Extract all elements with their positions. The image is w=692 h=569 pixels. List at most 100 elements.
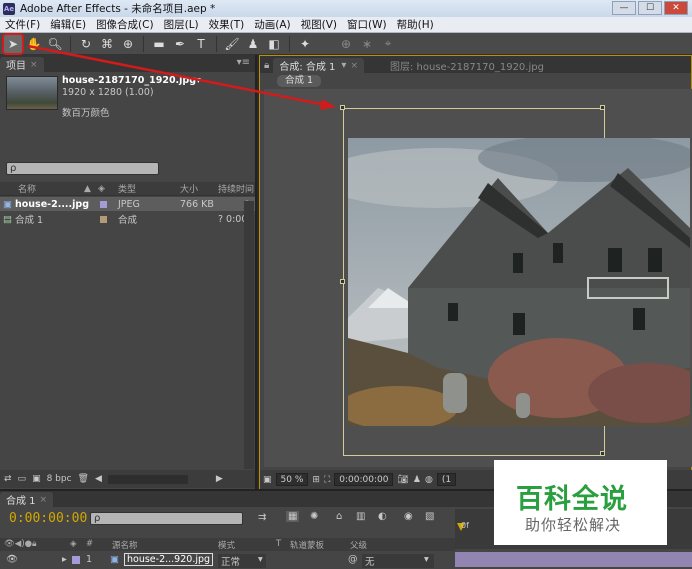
expand-icon[interactable]: ▸ <box>62 554 67 565</box>
lock-icon[interactable]: 🔒︎ <box>264 60 269 71</box>
timeline-search-input[interactable]: ρ <box>90 512 243 525</box>
transform-handle[interactable] <box>600 451 605 456</box>
graph-editor-icon[interactable]: ◉ <box>404 511 413 522</box>
puppet-tool-icon[interactable]: ✦ <box>296 35 314 53</box>
pan-behind-tool-icon[interactable]: ⊕ <box>119 35 137 53</box>
close-tab-icon[interactable]: × <box>30 60 38 70</box>
footage-color-depth: 数百万颜色 <box>62 108 110 119</box>
draft-3d-icon[interactable]: ✺ <box>310 511 318 522</box>
composition-panel: 🔒︎ 合成: 合成 1 ▾ × 图层: house-2187170_1920.jpg… <box>259 55 692 489</box>
mode-dropdown-icon[interactable]: ▾ <box>258 554 263 565</box>
label-swatch[interactable] <box>100 216 107 223</box>
close-tab-icon[interactable]: × <box>350 61 358 71</box>
new-folder-icon[interactable]: ▭ <box>18 474 27 484</box>
av-switches-icon: 👁︎◀)●🔒︎ <box>4 539 37 549</box>
eraser-tool-icon[interactable]: ◧ <box>265 35 283 53</box>
layer-duration-bar[interactable] <box>455 552 692 567</box>
zoom-select[interactable]: 50 % <box>275 473 309 486</box>
motion-blur-icon[interactable]: ◐ <box>378 511 387 522</box>
ruler-start-label: 0f <box>461 521 469 530</box>
brush-tool-icon[interactable]: 🖌︎ <box>223 35 241 53</box>
zoom-tool-icon[interactable]: 🔍︎ <box>46 35 64 53</box>
channel-icon[interactable]: ◍ <box>425 475 433 485</box>
bpc-label[interactable]: 8 bpc <box>47 474 72 484</box>
visibility-icon[interactable]: 👁︎ <box>6 554 18 565</box>
close-tab-icon[interactable]: × <box>40 495 48 505</box>
house-image <box>348 138 690 426</box>
trash-icon[interactable]: 🗑︎ <box>78 474 89 484</box>
comp-breadcrumb[interactable]: 合成 1 <box>277 75 322 87</box>
current-time-field[interactable]: 0:00:00:00 <box>334 473 394 486</box>
menu-animation[interactable]: 动画(A) <box>249 17 295 32</box>
label-swatch[interactable] <box>100 201 107 208</box>
comp-dropdown-icon[interactable]: ▾ <box>341 60 346 71</box>
horizontal-scrollbar[interactable] <box>107 474 188 484</box>
close-icon[interactable]: ✕ <box>664 1 688 15</box>
shy-icon[interactable]: ⌂ <box>336 511 342 522</box>
safe-zone-icon[interactable]: ⛶ <box>324 475 330 485</box>
clone-stamp-tool-icon[interactable]: ♟ <box>244 35 262 53</box>
menu-view[interactable]: 视图(V) <box>296 17 342 32</box>
menu-edit[interactable]: 编辑(E) <box>45 17 91 32</box>
region-icon[interactable]: ▣ <box>263 475 272 485</box>
camera-tool-icon[interactable]: ⌘ <box>98 35 116 53</box>
panel-menu-icon[interactable]: ▾≡ <box>237 57 250 68</box>
menu-file[interactable]: 文件(F) <box>0 17 45 32</box>
col-track-matte: 轨道蒙板 <box>290 541 325 551</box>
rotate-tool-icon[interactable]: ↻ <box>77 35 95 53</box>
hand-tool-icon[interactable]: ✋ <box>25 35 43 53</box>
sort-icon[interactable]: ▲ <box>84 184 91 194</box>
menu-composition[interactable]: 图像合成(C) <box>91 17 159 32</box>
col-duration[interactable]: 持续时间 <box>218 182 254 195</box>
pickwhip-icon[interactable]: @ <box>348 554 358 565</box>
tab-layer[interactable]: 图层: house-2187170_1920.jpg <box>384 58 550 73</box>
transform-handle[interactable] <box>340 105 345 110</box>
project-search-input[interactable]: ρ <box>6 162 159 175</box>
pen-tool-icon[interactable]: ✒ <box>171 35 189 53</box>
col-type[interactable]: 类型 <box>118 182 136 195</box>
menu-window[interactable]: 窗口(W) <box>342 17 392 32</box>
transform-handle[interactable] <box>600 105 605 110</box>
tab-project[interactable]: 项目 × <box>0 57 44 72</box>
menu-help[interactable]: 帮助(H) <box>392 17 439 32</box>
interpret-footage-icon[interactable]: ⇄ <box>4 474 12 484</box>
frame-blend-icon[interactable]: ▥ <box>356 511 365 522</box>
menu-effect[interactable]: 效果(T) <box>204 17 250 32</box>
scroll-left-icon[interactable]: ◀ <box>95 474 102 484</box>
resolution-select[interactable]: (1 <box>436 473 457 486</box>
live-update-icon[interactable]: ▦ <box>286 511 300 522</box>
parent-dropdown-icon[interactable]: ▾ <box>424 554 429 565</box>
maximize-icon[interactable]: ☐ <box>638 1 662 15</box>
show-snapshot-icon[interactable]: ♟ <box>413 475 421 485</box>
col-name[interactable]: 名称 <box>18 182 36 195</box>
label-icon[interactable]: ◈ <box>98 184 105 194</box>
menu-layer[interactable]: 图层(L) <box>159 17 204 32</box>
layer-name[interactable]: house-2...920.jpg <box>124 553 214 566</box>
project-item-row[interactable]: ▣ house-2....jpg JPEG 766 KB ⋔ <box>0 197 255 211</box>
new-comp-icon[interactable]: ▣ <box>32 474 41 484</box>
col-index: # <box>86 539 94 549</box>
col-size[interactable]: 大小 <box>180 182 198 195</box>
timeline-layer-row[interactable]: 👁︎ ▸ 1 ▣ house-2...920.jpg 正常 ▾ @ 无 ▾ <box>0 552 455 568</box>
timeline-timecode[interactable]: 0:00:00:00 <box>9 511 87 526</box>
transform-handle[interactable] <box>340 279 345 284</box>
brainstorm-icon[interactable]: ▧ <box>425 511 434 522</box>
footage-dims: 1920 x 1280 (1.00) <box>62 87 154 98</box>
footage-name[interactable]: house-2187170_1920.jpg▾ <box>62 75 201 87</box>
scroll-right-icon[interactable]: ▶ <box>216 474 223 484</box>
grid-icon[interactable]: ⊞ <box>312 475 320 485</box>
project-column-header: 名称 ▲ ◈ 类型 大小 持续时间 <box>0 182 255 196</box>
project-item-row[interactable]: ▤ 合成 1 合成 ? 0:00 <box>0 212 255 227</box>
layer-label-swatch[interactable] <box>72 556 80 564</box>
snapshot-icon[interactable]: 📷︎ <box>397 475 408 485</box>
footage-thumbnail <box>6 76 58 110</box>
selection-tool-icon[interactable]: ➤ <box>2 32 24 55</box>
comp-mini-flowchart-icon[interactable]: ⇉ <box>258 512 266 523</box>
tab-composition[interactable]: 合成: 合成 1 ▾ × <box>273 58 364 73</box>
tab-timeline[interactable]: 合成 1 × <box>0 492 54 507</box>
minimize-icon[interactable]: — <box>612 1 636 15</box>
rectangle-tool-icon[interactable]: ▬ <box>150 35 168 53</box>
timeline-column-header: 👁︎◀)●🔒︎ ◈ # 源名称 模式 T 轨道蒙板 父级 <box>0 538 455 551</box>
type-tool-icon[interactable]: T <box>192 35 210 53</box>
project-scrollbar[interactable] <box>244 201 254 469</box>
